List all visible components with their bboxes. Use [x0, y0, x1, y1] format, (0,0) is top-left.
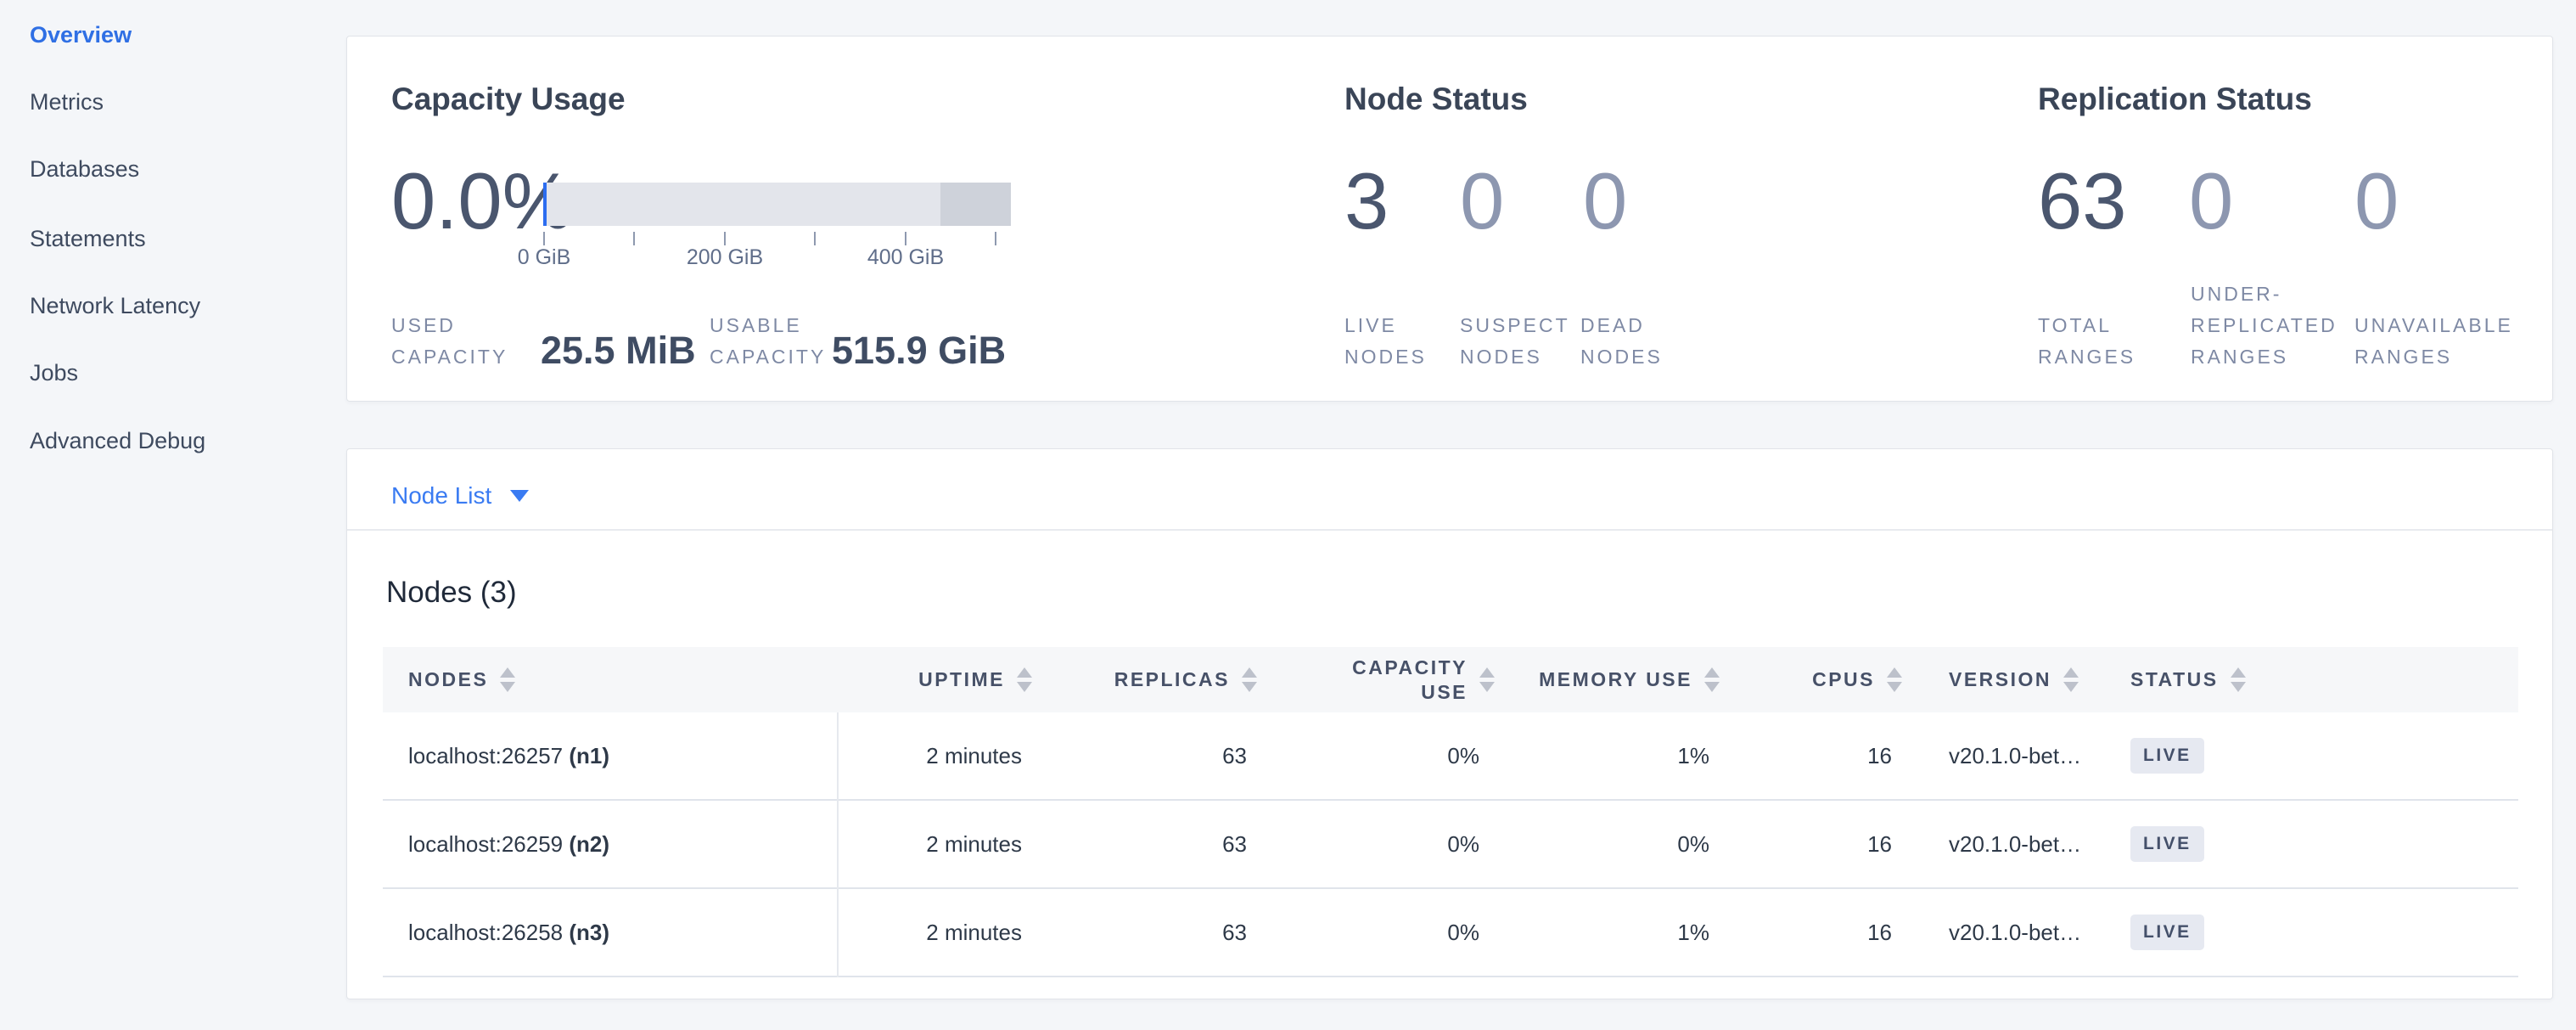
sidebar-item-jobs[interactable]: Jobs — [30, 357, 78, 388]
version-cell: v20.1.0-bet… — [1902, 920, 2119, 946]
column-header-version[interactable]: VERSION — [1902, 647, 2119, 712]
column-divider — [837, 712, 839, 977]
cluster-summary-card: Capacity Usage 0.0% 0 GiB 200 GiB 400 Gi… — [346, 36, 2553, 402]
node-address-cell[interactable]: localhost:26259 (n2) — [383, 831, 837, 858]
sidebar: Overview Metrics Databases Statements Ne… — [0, 0, 346, 1030]
memory-use-cell: 0% — [1495, 831, 1720, 858]
table-row-node-2[interactable]: localhost:26259 (n2) 2 minutes 63 0% 0% … — [383, 801, 2518, 889]
capacity-use-cell: 0% — [1257, 920, 1495, 946]
replication-status-title: Replication Status — [2038, 81, 2312, 118]
memory-use-cell: 1% — [1495, 743, 1720, 769]
sort-arrows-icon — [500, 667, 515, 692]
dead-nodes-count: 0 — [1583, 151, 1627, 251]
sort-arrows-icon — [1017, 667, 1032, 692]
suspect-nodes-count: 0 — [1460, 151, 1504, 251]
status-badge: LIVE — [2130, 826, 2204, 862]
node-list-dropdown[interactable]: Node List — [391, 481, 529, 510]
total-ranges-label: TOTAL RANGES — [2038, 310, 2135, 373]
used-capacity-value: 25.5 MiB — [541, 329, 696, 373]
node-id: (n1) — [569, 743, 609, 768]
column-header-cpus[interactable]: CPUS — [1720, 647, 1902, 712]
dead-nodes-label: DEAD NODES — [1580, 310, 1663, 373]
replicas-cell: 63 — [1032, 743, 1257, 769]
table-row-node-3[interactable]: localhost:26258 (n3) 2 minutes 63 0% 1% … — [383, 889, 2518, 977]
node-list-dropdown-label: Node List — [391, 481, 491, 510]
nodes-heading: Nodes (3) — [386, 575, 517, 611]
gauge-tick — [724, 232, 726, 245]
gauge-tick — [633, 232, 635, 245]
status-badge: LIVE — [2130, 915, 2204, 950]
gauge-tick-label: 400 GiB — [838, 245, 974, 270]
sort-arrows-icon — [1704, 667, 1720, 692]
unavailable-ranges-count: 0 — [2354, 151, 2399, 251]
sort-arrows-icon — [1887, 667, 1902, 692]
nodes-table-header: NODES UPTIME REPLICAS CAPACITY USE MEMOR… — [383, 647, 2518, 712]
cpus-cell: 16 — [1720, 743, 1902, 769]
table-row-node-1[interactable]: localhost:26257 (n1) 2 minutes 63 0% 1% … — [383, 712, 2518, 801]
sort-arrows-icon — [2063, 667, 2079, 692]
capacity-gauge-used-segment — [543, 183, 547, 226]
replicas-cell: 63 — [1032, 831, 1257, 858]
capacity-gauge-other-segment — [940, 183, 1011, 226]
uptime-cell: 2 minutes — [837, 743, 1032, 769]
gauge-tick — [995, 232, 996, 245]
node-address-cell[interactable]: localhost:26258 (n3) — [383, 920, 837, 946]
sidebar-item-databases[interactable]: Databases — [30, 154, 139, 184]
gauge-tick-label: 0 GiB — [476, 245, 612, 270]
node-status-title: Node Status — [1344, 81, 1528, 118]
sidebar-item-metrics[interactable]: Metrics — [30, 87, 104, 117]
uptime-cell: 2 minutes — [837, 920, 1032, 946]
unavailable-ranges-label: UNAVAILABLE RANGES — [2354, 310, 2513, 373]
sort-arrows-icon — [2231, 667, 2246, 692]
cpus-cell: 16 — [1720, 831, 1902, 858]
memory-use-cell: 1% — [1495, 920, 1720, 946]
divider — [347, 529, 2552, 531]
column-header-replicas[interactable]: REPLICAS — [1032, 647, 1257, 712]
sort-arrows-icon — [1479, 667, 1495, 692]
usable-capacity-value: 515.9 GiB — [832, 329, 1006, 373]
sort-arrows-icon — [1242, 667, 1257, 692]
node-id: (n2) — [569, 831, 609, 857]
column-header-nodes[interactable]: NODES — [383, 647, 837, 712]
gauge-tick-label: 200 GiB — [657, 245, 793, 270]
under-replicated-count: 0 — [2189, 151, 2233, 251]
used-capacity-label: USED CAPACITY — [391, 310, 508, 373]
live-nodes-label: LIVE NODES — [1344, 310, 1427, 373]
replicas-cell: 63 — [1032, 920, 1257, 946]
capacity-usage-title: Capacity Usage — [391, 81, 626, 118]
sidebar-item-network-latency[interactable]: Network Latency — [30, 290, 200, 321]
sidebar-item-statements[interactable]: Statements — [30, 223, 146, 254]
sidebar-item-overview[interactable]: Overview — [30, 20, 132, 50]
total-ranges-count: 63 — [2038, 151, 2127, 251]
nodes-table: NODES UPTIME REPLICAS CAPACITY USE MEMOR… — [383, 647, 2518, 977]
capacity-gauge — [543, 183, 1011, 226]
suspect-nodes-label: SUSPECT NODES — [1460, 310, 1570, 373]
gauge-tick — [543, 232, 545, 245]
node-list-card: Node List Nodes (3) NODES UPTIME REPLICA… — [346, 448, 2553, 999]
live-nodes-count: 3 — [1344, 151, 1389, 251]
status-badge: LIVE — [2130, 738, 2204, 774]
column-header-capacity-use[interactable]: CAPACITY USE — [1257, 647, 1495, 712]
gauge-tick — [814, 232, 816, 245]
nodes-table-body: localhost:26257 (n1) 2 minutes 63 0% 1% … — [383, 712, 2518, 977]
node-id: (n3) — [569, 920, 609, 945]
sidebar-item-advanced-debug[interactable]: Advanced Debug — [30, 425, 205, 456]
column-header-uptime[interactable]: UPTIME — [837, 647, 1032, 712]
chevron-down-icon — [510, 490, 529, 502]
node-address-cell[interactable]: localhost:26257 (n1) — [383, 743, 837, 769]
capacity-use-cell: 0% — [1257, 743, 1495, 769]
version-cell: v20.1.0-bet… — [1902, 831, 2119, 858]
cpus-cell: 16 — [1720, 920, 1902, 946]
under-replicated-label: UNDER- REPLICATED RANGES — [2191, 279, 2337, 373]
status-cell: LIVE — [2119, 826, 2518, 862]
status-cell: LIVE — [2119, 915, 2518, 950]
version-cell: v20.1.0-bet… — [1902, 743, 2119, 769]
capacity-use-cell: 0% — [1257, 831, 1495, 858]
gauge-tick — [905, 232, 906, 245]
column-header-memory-use[interactable]: MEMORY USE — [1495, 647, 1720, 712]
usable-capacity-label: USABLE CAPACITY — [710, 310, 826, 373]
uptime-cell: 2 minutes — [837, 831, 1032, 858]
status-cell: LIVE — [2119, 738, 2518, 774]
column-header-status[interactable]: STATUS — [2119, 647, 2518, 712]
